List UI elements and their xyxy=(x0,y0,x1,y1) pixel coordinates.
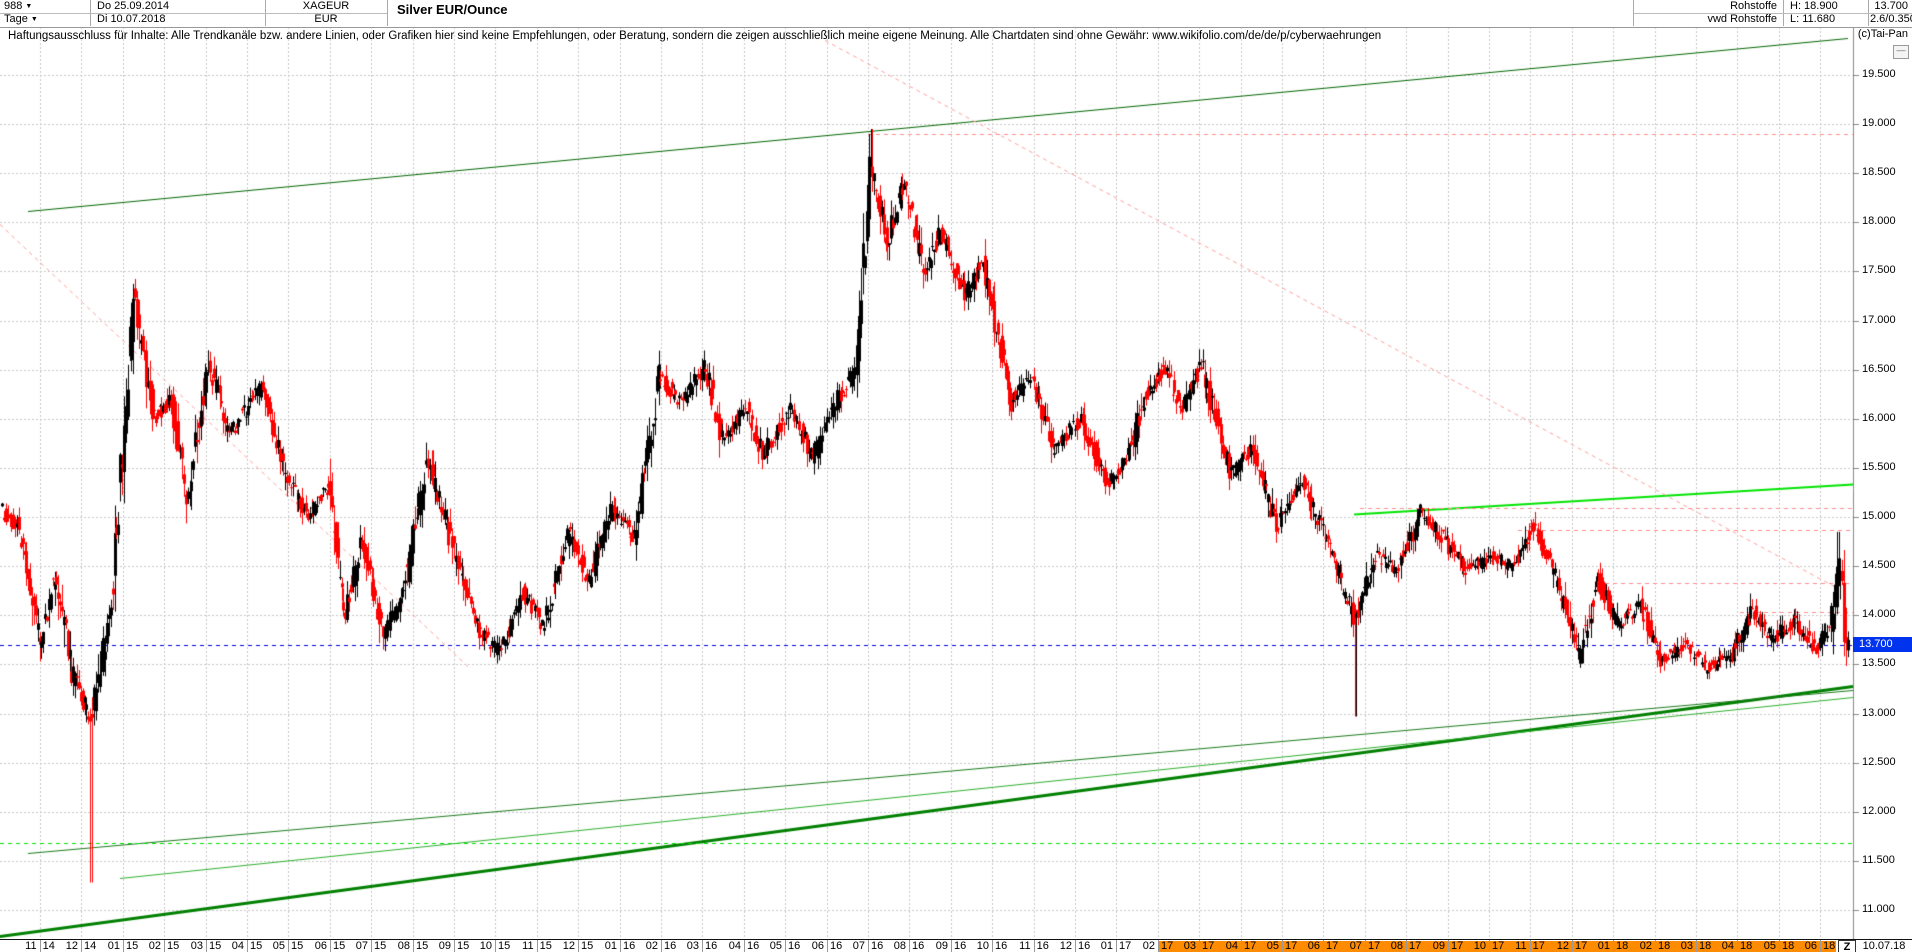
chart-canvas[interactable] xyxy=(0,0,1912,952)
month-label: 0118 xyxy=(1591,940,1635,952)
price-tick-label: 11.000 xyxy=(1862,903,1895,915)
price-tick-label: 18.500 xyxy=(1862,166,1896,178)
date-to-field[interactable]: Di 10.07.2018 xyxy=(97,13,169,26)
month-label: 1116 xyxy=(1012,940,1056,952)
header-bar: 988▼ Tage▼ Do 25.09.2014 Di 10.07.2018 X… xyxy=(0,0,1912,28)
month-label: 1117 xyxy=(1508,940,1552,952)
provider-label: vwd Rohstoffe xyxy=(1637,13,1777,26)
taipan-chart-window: { "header": { "bars_count": "988", "peri… xyxy=(0,0,1912,952)
price-tick-label: 17.000 xyxy=(1862,314,1896,326)
month-label: 0815 xyxy=(391,940,435,952)
month-label: 0515 xyxy=(266,940,310,952)
price-tick-label: 15.500 xyxy=(1862,461,1896,473)
month-label: 0116 xyxy=(598,940,642,952)
date-from-field[interactable]: Do 25.09.2014 xyxy=(97,0,169,13)
month-label: 0416 xyxy=(722,940,766,952)
month-label: 0217 xyxy=(1136,940,1180,952)
bars-count-dropdown[interactable]: 988▼ xyxy=(4,0,38,13)
symbol-label: XAGEUR xyxy=(267,0,385,13)
month-label: 0717 xyxy=(1343,940,1387,952)
month-label: 0417 xyxy=(1219,940,1263,952)
month-label: 0218 xyxy=(1633,940,1677,952)
month-label: 0716 xyxy=(846,940,890,952)
chart-title: Silver EUR/Ounce xyxy=(397,2,508,17)
month-label: 1115 xyxy=(515,940,559,952)
price-tick-label: 14.500 xyxy=(1862,559,1896,571)
chevron-down-icon: ▼ xyxy=(25,0,32,13)
category-label: Rohstoffe xyxy=(1637,0,1777,13)
month-label: 0615 xyxy=(308,940,352,952)
month-label: 1016 xyxy=(970,940,1014,952)
month-label: 0915 xyxy=(432,940,476,952)
month-label: 0115 xyxy=(101,940,145,952)
price-tick-label: 17.500 xyxy=(1862,264,1896,276)
month-label: 1215 xyxy=(556,940,600,952)
price-tick-label: 16.500 xyxy=(1862,363,1896,375)
header-row-divider xyxy=(0,13,387,14)
month-label: 0518 xyxy=(1757,940,1801,952)
copyright-label: (c)Tai-Pan xyxy=(1858,28,1908,40)
month-label: 0316 xyxy=(680,940,724,952)
disclaimer-text: Haftungsausschluss für Inhalte: Alle Tre… xyxy=(8,30,1381,42)
month-label: 0418 xyxy=(1715,940,1759,952)
month-label: 1217 xyxy=(1550,940,1594,952)
price-tick-label: 18.000 xyxy=(1862,215,1896,227)
month-label: 1216 xyxy=(1053,940,1097,952)
month-label: 0616 xyxy=(805,940,849,952)
month-label: 0216 xyxy=(639,940,683,952)
month-label: 0517 xyxy=(1260,940,1304,952)
month-label: 0215 xyxy=(142,940,186,952)
last-price-marker: 13.700 xyxy=(1853,637,1912,652)
month-label: 0916 xyxy=(929,940,973,952)
month-label: 0618 xyxy=(1798,940,1842,952)
price-tick-label: 14.000 xyxy=(1862,608,1896,620)
price-tick-label: 19.500 xyxy=(1862,68,1896,80)
minimize-icon[interactable]: — xyxy=(1893,45,1909,59)
price-tick-label: 19.000 xyxy=(1862,117,1896,129)
header-divider xyxy=(387,0,388,26)
month-label: 1017 xyxy=(1467,940,1511,952)
currency-label: EUR xyxy=(267,13,385,26)
month-label: 0117 xyxy=(1094,940,1138,952)
month-label: 0318 xyxy=(1674,940,1718,952)
price-tick-label: 16.000 xyxy=(1862,412,1896,424)
change-label: 2.6/0.350 xyxy=(1870,13,1908,26)
month-label: 0317 xyxy=(1177,940,1221,952)
period-dropdown[interactable]: Tage▼ xyxy=(4,13,38,26)
cursor-date-label: 10.07.18 xyxy=(1858,940,1910,952)
chevron-down-icon: ▼ xyxy=(31,13,38,26)
last-price-label: 13.700 xyxy=(1870,0,1908,13)
month-label: 1114 xyxy=(18,940,62,952)
month-label: 1015 xyxy=(473,940,517,952)
price-tick-label: 15.000 xyxy=(1862,510,1896,522)
high-label: H: 18.900 xyxy=(1790,0,1862,13)
month-label: 0817 xyxy=(1384,940,1428,952)
date-axis: 1114121401150215031504150515061507150815… xyxy=(0,939,1912,952)
month-label: 0516 xyxy=(763,940,807,952)
price-tick-label: 12.500 xyxy=(1862,756,1896,768)
month-label: 0315 xyxy=(184,940,228,952)
month-label: 0715 xyxy=(349,940,393,952)
month-label: 0816 xyxy=(887,940,931,952)
header-row-divider xyxy=(1633,13,1912,14)
price-tick-label: 12.000 xyxy=(1862,805,1896,817)
month-label: 1214 xyxy=(59,940,103,952)
month-label: 0617 xyxy=(1301,940,1345,952)
month-label: 0917 xyxy=(1426,940,1470,952)
month-label: 0415 xyxy=(225,940,269,952)
price-tick-label: 13.000 xyxy=(1862,707,1896,719)
price-tick-label: 13.500 xyxy=(1862,657,1896,669)
low-label: L: 11.680 xyxy=(1790,13,1862,26)
price-tick-label: 11.500 xyxy=(1862,854,1895,866)
